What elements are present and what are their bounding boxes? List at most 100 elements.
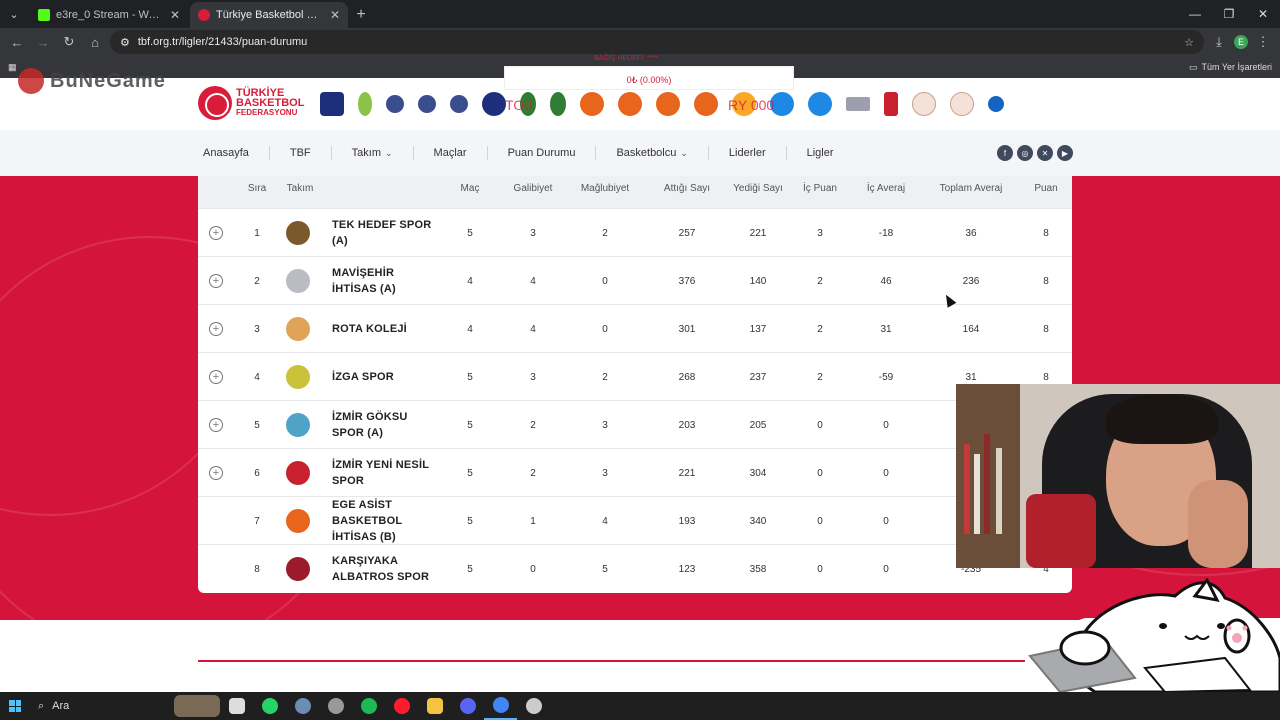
- team-name[interactable]: MAVİŞEHİR İHTİSAS (A): [332, 257, 442, 305]
- team-name[interactable]: TEK HEDEF SPOR (A): [332, 209, 442, 257]
- club-logo-icon[interactable]: [618, 92, 642, 116]
- nav-item[interactable]: Maçlar: [434, 147, 467, 159]
- team-name[interactable]: İZGA SPOR: [332, 353, 442, 401]
- header-won[interactable]: Galibiyet: [503, 176, 563, 208]
- header-total-diff[interactable]: Toplam Averaj: [926, 176, 1016, 208]
- team-name[interactable]: İZMİR YENİ NESİL SPOR: [332, 449, 442, 497]
- window-controls: — ❐ ✕: [1178, 0, 1280, 28]
- expand-row-icon[interactable]: +: [209, 466, 223, 480]
- nav-item[interactable]: Ligler: [807, 147, 834, 159]
- all-bookmarks-button[interactable]: ▭ Tüm Yer İşaretleri: [1189, 62, 1272, 73]
- address-bar[interactable]: ⚙ tbf.org.tr/ligler/21433/puan-durumu ☆: [110, 30, 1204, 54]
- taskbar-app[interactable]: [220, 692, 253, 720]
- nav-item[interactable]: TBF: [290, 147, 311, 159]
- profile-avatar[interactable]: E: [1234, 35, 1248, 49]
- table-row[interactable]: + İZMİR GÖKSU SPOR (A) 5 5 2 3 203 205 0 0: [198, 400, 1072, 448]
- taskbar-app[interactable]: [484, 692, 517, 720]
- table-row[interactable]: + TEK HEDEF SPOR (A) 1 5 3 2 257 221 3 -18 36 8: [198, 208, 1072, 256]
- header-scored[interactable]: Attığı Sayı: [652, 176, 722, 208]
- header-played[interactable]: Maç: [454, 176, 486, 208]
- team-name[interactable]: İZMİR GÖKSU SPOR (A): [332, 401, 442, 449]
- club-logo-icon[interactable]: [450, 95, 468, 113]
- nav-item[interactable]: Puan Durumu: [508, 147, 576, 159]
- new-tab-button[interactable]: +: [348, 2, 374, 28]
- nav-separator: [486, 146, 488, 160]
- menu-icon[interactable]: ⋮: [1252, 31, 1274, 53]
- youtube-icon[interactable]: ▶: [1057, 145, 1073, 161]
- expand-row-icon[interactable]: +: [209, 274, 223, 288]
- header-team[interactable]: Takım: [284, 176, 316, 208]
- header-conceded[interactable]: Yediği Sayı: [723, 176, 793, 208]
- team-logo-icon: [286, 269, 310, 293]
- header-points[interactable]: Puan: [1026, 176, 1066, 208]
- nav-item[interactable]: Anasayfa: [203, 147, 249, 159]
- taskbar-app[interactable]: [286, 692, 319, 720]
- expand-row-icon[interactable]: +: [209, 226, 223, 240]
- facebook-icon[interactable]: f: [997, 145, 1013, 161]
- reload-icon[interactable]: ↻: [58, 31, 80, 53]
- club-logo-icon[interactable]: [950, 92, 974, 116]
- restore-icon[interactable]: ❐: [1212, 0, 1246, 28]
- table-row[interactable]: + İZMİR YENİ NESİL SPOR 6 5 2 3 221 304 0 0: [198, 448, 1072, 496]
- close-tab-icon[interactable]: ✕: [170, 8, 180, 22]
- taskbar-app[interactable]: [418, 692, 451, 720]
- club-logo-icon[interactable]: [884, 92, 898, 116]
- taskbar-app[interactable]: [319, 692, 352, 720]
- header-h2h-diff[interactable]: İç Averaj: [856, 176, 916, 208]
- close-window-icon[interactable]: ✕: [1246, 0, 1280, 28]
- table-row[interactable]: + İZGA SPOR 4 5 3 2 268 237 2 -59 31 8: [198, 352, 1072, 400]
- club-logo-icon[interactable]: [418, 95, 436, 113]
- browser-tab-active[interactable]: Türkiye Basketbol Federasyonu ✕: [190, 2, 348, 28]
- team-name[interactable]: EGE ASİST BASKETBOL İHTİSAS (B): [332, 497, 442, 545]
- back-icon[interactable]: ←: [6, 31, 28, 53]
- start-button[interactable]: [0, 692, 30, 720]
- tbf-logo[interactable]: TÜRKİYE BASKETBOL FEDERASYONU: [198, 86, 304, 120]
- close-tab-icon[interactable]: ✕: [330, 8, 340, 22]
- header-h2h-points[interactable]: İç Puan: [796, 176, 844, 208]
- club-logo-icon[interactable]: [912, 92, 936, 116]
- club-logo-icon[interactable]: [656, 92, 680, 116]
- club-logo-icon[interactable]: [482, 92, 506, 116]
- club-logo-icon[interactable]: [694, 92, 718, 116]
- table-row[interactable]: KARŞIYAKA ALBATROS SPOR 8 5 0 5 123 358 0 0 -235 4: [198, 544, 1072, 592]
- home-icon[interactable]: ⌂: [84, 31, 106, 53]
- bookmark-star-icon[interactable]: ☆: [1184, 36, 1194, 49]
- instagram-icon[interactable]: ◎: [1017, 145, 1033, 161]
- club-logo-icon[interactable]: [580, 92, 604, 116]
- expand-row-icon[interactable]: +: [209, 322, 223, 336]
- club-logo-icon[interactable]: [358, 92, 372, 116]
- minimize-icon[interactable]: —: [1178, 0, 1212, 28]
- nav-item-label: Basketbolcu: [616, 147, 677, 159]
- taskbar-app[interactable]: [253, 692, 286, 720]
- x-icon[interactable]: ✕: [1037, 145, 1053, 161]
- taskbar-app[interactable]: [451, 692, 484, 720]
- team-name[interactable]: KARŞIYAKA ALBATROS SPOR: [332, 545, 442, 593]
- expand-row-icon[interactable]: +: [209, 418, 223, 432]
- tab-search-icon[interactable]: ⌄: [0, 0, 28, 28]
- club-logo-icon[interactable]: [320, 92, 344, 116]
- taskbar-app[interactable]: [352, 692, 385, 720]
- browser-tab[interactable]: e3re_0 Stream - Watch Live on ✕: [30, 2, 188, 28]
- club-logo-icon[interactable]: [988, 96, 1004, 112]
- club-logo-icon[interactable]: [550, 92, 566, 116]
- club-logo-icon[interactable]: [386, 95, 404, 113]
- header-rank[interactable]: Sıra: [244, 176, 270, 208]
- nav-item[interactable]: Liderler: [729, 147, 766, 159]
- apps-grid-icon[interactable]: ▦: [8, 62, 17, 73]
- table-row[interactable]: + ROTA KOLEJİ 3 4 4 0 301 137 2 31 164 8: [198, 304, 1072, 352]
- expand-row-icon[interactable]: +: [209, 370, 223, 384]
- header-lost[interactable]: Mağlubiyet: [570, 176, 640, 208]
- nav-item[interactable]: Basketbolcu ⌄: [616, 147, 687, 159]
- forward-icon[interactable]: →: [32, 31, 54, 53]
- taskbar-app[interactable]: [517, 692, 550, 720]
- h2h-points-cell: 2: [817, 371, 823, 383]
- taskbar-search[interactable]: ⌕ Ara: [30, 692, 220, 720]
- team-name[interactable]: ROTA KOLEJİ: [332, 305, 442, 353]
- club-logo-icon[interactable]: [808, 92, 832, 116]
- download-icon[interactable]: ⤓: [1208, 31, 1230, 53]
- taskbar-app[interactable]: [385, 692, 418, 720]
- site-info-icon[interactable]: ⚙: [120, 36, 130, 49]
- club-logo-icon[interactable]: [846, 97, 870, 111]
- table-row[interactable]: EGE ASİST BASKETBOL İHTİSAS (B) 7 5 1 4 193 34…: [198, 496, 1072, 544]
- nav-item[interactable]: Takım ⌄: [352, 147, 393, 159]
